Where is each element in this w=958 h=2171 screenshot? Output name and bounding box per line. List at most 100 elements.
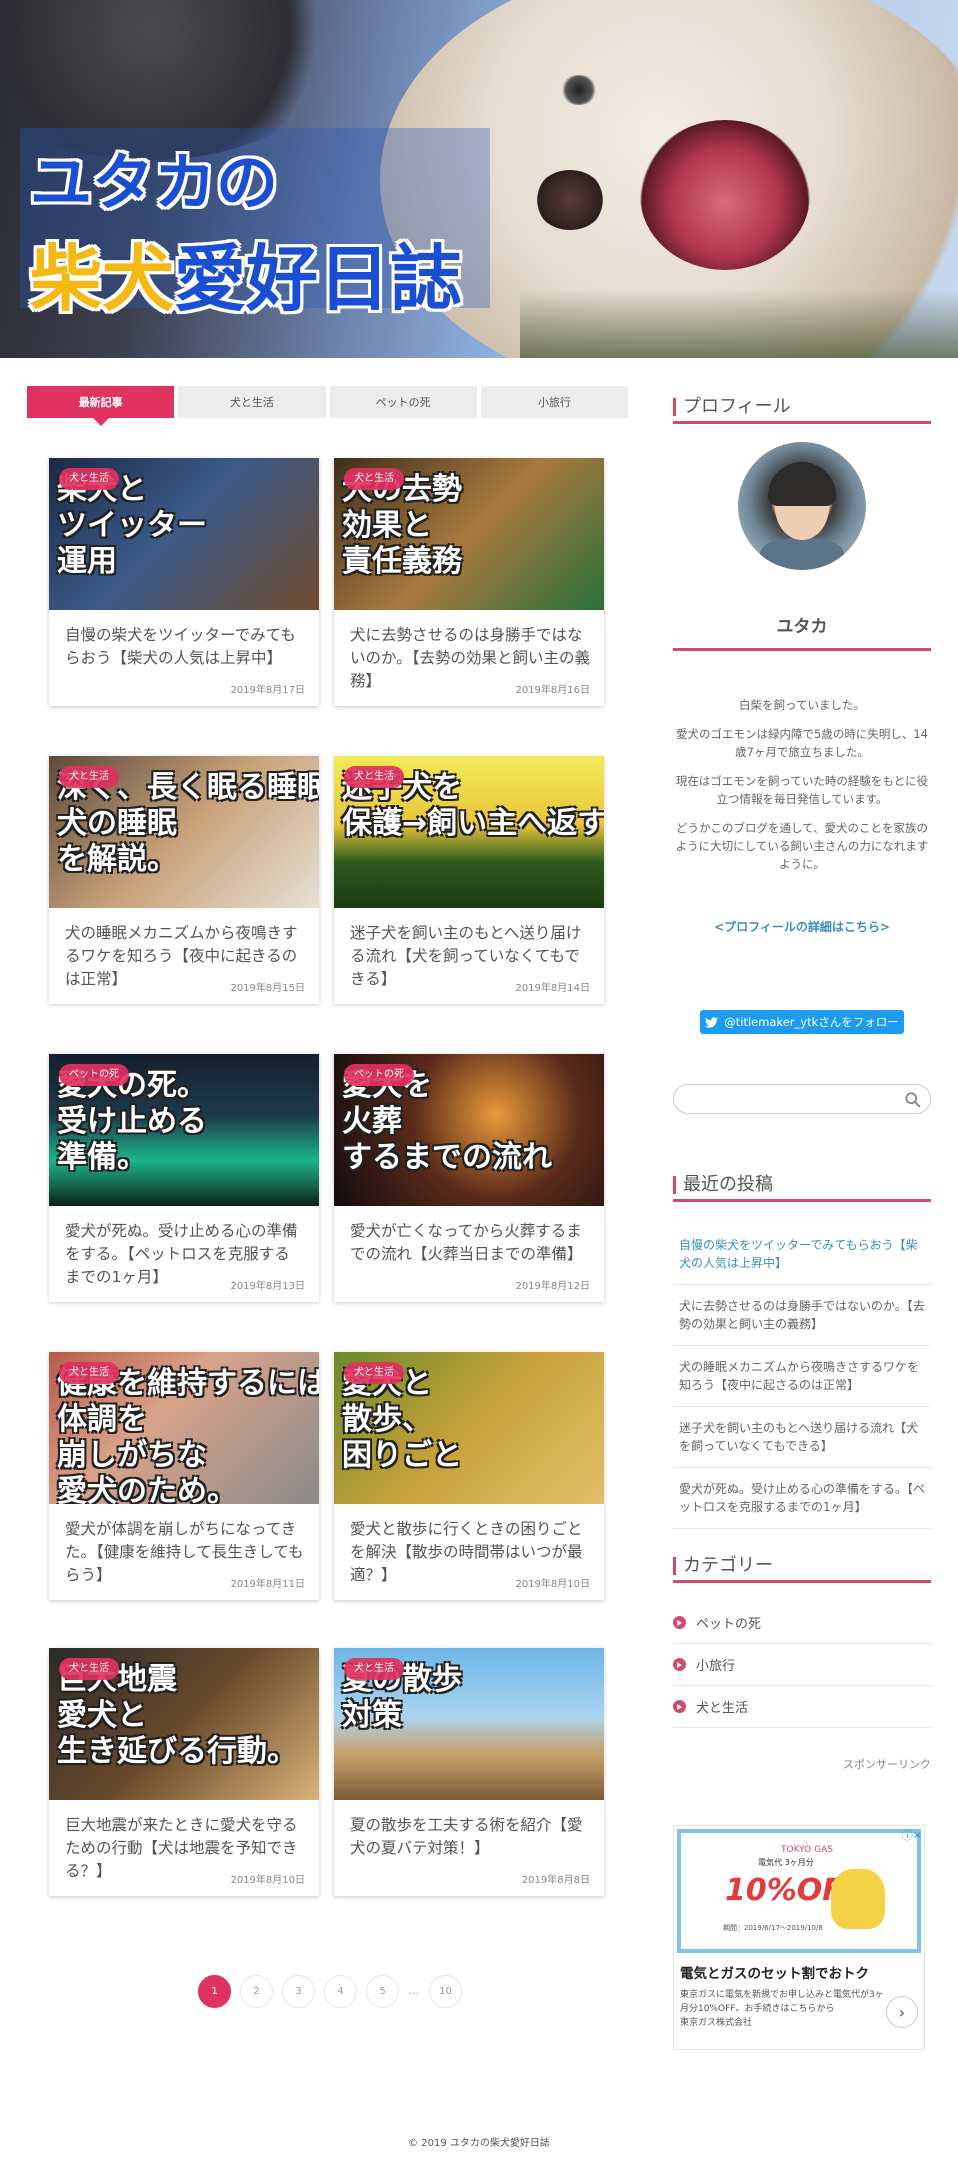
ad-period: 期間：2019/6/17～2019/10/8 (723, 1924, 823, 1932)
twitter-follow-button[interactable]: @titlemaker_ytkさんをフォロー (700, 1010, 904, 1034)
ad-mascot (831, 1869, 885, 1929)
chevron-right-icon (673, 1658, 686, 1671)
recent-posts-list: 自慢の柴犬をツイッターでみてもらおう【柴犬の人気は上昇中】 犬に去勢させるのは身… (673, 1224, 931, 1529)
avatar-hair (768, 462, 836, 506)
category-badge: 犬と生活 (59, 1658, 119, 1680)
header-grass (520, 290, 958, 358)
site-title-line2[interactable]: 柴犬愛好日誌 (30, 220, 462, 325)
ad-close-icon[interactable]: ⓘ✕ (902, 1827, 922, 1843)
avatar-scarf (760, 538, 844, 570)
profile-bio-p4: どうかこのブログを通して、愛犬のことを家族のように大切にしている飼い主さんの力に… (675, 821, 929, 871)
post-card[interactable]: 愛犬と 散歩、 困りごと犬と生活愛犬と散歩に行くときの困りごとを解決【散歩の時間… (334, 1352, 604, 1600)
recent-post-item[interactable]: 犬の睡眠メカニズムから夜鳴きさするワケを知ろう【夜中に起さるのは正常】 (673, 1346, 931, 1407)
post-thumbnail[interactable]: 巨大地震 愛犬と 生き延びる行動。 犬と生活 (49, 1648, 319, 1800)
post-thumbnail[interactable]: 柴犬と ツイッター 運用犬と生活 (49, 458, 319, 610)
post-thumbnail[interactable]: 迷子犬を 保護→飼い主へ返す流れ犬と生活 (334, 756, 604, 908)
recent-post-item[interactable]: 迷子犬を飼い主のもとへ送り届ける流れ【犬を飼っていなくてもできる】 (673, 1407, 931, 1468)
ad-company: 東京ガス株式会社 (680, 2018, 753, 2028)
post-date: 2019年8月8日 (521, 1875, 590, 1886)
profile-bio: 白柴を飼っていました。 愛犬のゴエモンは緑内障で5歳の時に失明し、14歳7ヶ月で… (673, 696, 931, 884)
tab-pet-death[interactable]: ペットの死 (329, 386, 477, 418)
profile-detail-link[interactable]: <プロフィールの詳細はこちら> (673, 918, 931, 935)
search-input[interactable] (684, 1089, 894, 1109)
post-title[interactable]: 夏の散歩を工夫する術を紹介【愛犬の夏バテ対策！】 (350, 1814, 590, 1860)
post-date: 2019年8月15日 (230, 983, 305, 994)
profile-bio-p1: 白柴を飼っていました。 (739, 698, 865, 712)
ad-desc-text: 東京ガスに電気を新規でお申し込みと電気代が3ヶ月分10%OFF。お手続きはこちら… (680, 1990, 884, 2014)
ad-title: 電気とガスのセット割でおトク (680, 1966, 869, 1982)
post-thumbnail[interactable]: 愛犬の死。 受け止める 準備。 ペットの死 (49, 1054, 319, 1206)
post-card[interactable]: 愛犬を 火葬 するまでの流れペットの死愛犬が亡くなってから火葬するまでの流れ【火… (334, 1054, 604, 1302)
tab-dog-life[interactable]: 犬と生活 (178, 386, 326, 418)
site-title-line1[interactable]: ユタカの (30, 132, 278, 222)
post-card[interactable]: 夏の散歩 対策 犬と生活夏の散歩を工夫する術を紹介【愛犬の夏バテ対策！】 2019年… (334, 1648, 604, 1896)
chevron-right-icon[interactable]: › (886, 1996, 918, 2028)
site-title-rest: 愛好日誌 (174, 237, 463, 321)
post-card[interactable]: 犬の去勢 効果と 責任義務 犬と生活 犬に去勢させるのは身勝手ではないのか。【去勢の… (334, 458, 604, 706)
post-card[interactable]: 巨大地震 愛犬と 生き延びる行動。 犬と生活 巨大地震が来たときに愛犬を守るための行… (49, 1648, 319, 1896)
tab-short-trip[interactable]: 小旅行 (480, 386, 628, 418)
header-banner[interactable]: ユタカの 柴犬愛好日誌 (0, 0, 958, 358)
profile-name: ユタカ (776, 617, 828, 637)
dog-mouth (640, 120, 810, 270)
category-list: ペットの死 小旅行 犬と生活 (673, 1602, 931, 1728)
page-ellipsis: … (409, 1986, 419, 1997)
ad-image: TOKYO GAS 電気代 3ヶ月分 10%OFF 期間：2019/6/17～2… (677, 1829, 921, 1953)
page-10[interactable]: 10 (429, 1975, 462, 2008)
category-item-pet-death[interactable]: ペットの死 (673, 1602, 931, 1644)
recent-post-item[interactable]: 犬に去勢させるのは身勝手ではないのか。【去勢の効果と飼い主の義務】 (673, 1285, 931, 1346)
post-thumbnail[interactable]: 犬の去勢 効果と 責任義務 犬と生活 (334, 458, 604, 610)
category-badge: ペットの死 (344, 1064, 414, 1086)
post-title[interactable]: 愛犬が亡くなってから火葬するまでの流れ【火葬当日までの準備】 (350, 1220, 590, 1266)
post-thumbnail[interactable]: 愛犬と 散歩、 困りごと犬と生活 (334, 1352, 604, 1504)
post-date: 2019年8月10日 (230, 1875, 305, 1886)
post-date: 2019年8月11日 (230, 1579, 305, 1590)
recent-posts-heading: 最近の投稿 (673, 1168, 931, 1202)
profile-bio-p2: 愛犬のゴエモンは緑内障で5歳の時に失明し、14歳7ヶ月で旅立ちました。 (676, 727, 928, 759)
post-card[interactable]: 健康を維持するには？ 体調を 崩しがちな 愛犬のため。犬と生活愛犬が体調を崩しが… (49, 1352, 319, 1600)
post-title[interactable]: 自慢の柴犬をツイッターでみてもらおう【柴犬の人気は上昇中】 (65, 624, 305, 670)
page-4[interactable]: 4 (324, 1975, 357, 2008)
footer-copyright: © 2019 ユタカの柴犬愛好日誌 (408, 2138, 550, 2149)
chevron-right-icon (673, 1616, 686, 1629)
page-3[interactable]: 3 (282, 1975, 315, 2008)
category-label: 犬と生活 (696, 1701, 749, 1716)
category-label: ペットの死 (696, 1617, 762, 1632)
post-thumbnail[interactable]: 深く、長く眠る睡眠 犬の睡眠 を解説。 犬と生活 (49, 756, 319, 908)
category-badge: 犬と生活 (344, 1362, 404, 1384)
category-item-dog-life[interactable]: 犬と生活 (673, 1686, 931, 1728)
category-tabs: 最新記事 犬と生活 ペットの死 小旅行 (27, 386, 628, 426)
post-thumbnail[interactable]: 健康を維持するには？ 体調を 崩しがちな 愛犬のため。犬と生活 (49, 1352, 319, 1504)
post-card[interactable]: 柴犬と ツイッター 運用犬と生活自慢の柴犬をツイッターでみてもらおう【柴犬の人気… (49, 458, 319, 706)
page-2[interactable]: 2 (240, 1975, 273, 2008)
post-thumbnail[interactable]: 夏の散歩 対策 犬と生活 (334, 1648, 604, 1800)
category-item-short-trip[interactable]: 小旅行 (673, 1644, 931, 1686)
tab-latest[interactable]: 最新記事 (27, 386, 175, 426)
search-icon[interactable] (904, 1091, 922, 1109)
post-thumbnail-text: 健康を維持するには？ 体調を 崩しがちな 愛犬のため。 (57, 1366, 319, 1504)
twitter-bird-icon (705, 1016, 719, 1028)
category-badge: 犬と生活 (344, 468, 404, 490)
sponsor-label: スポンサーリンク (843, 1758, 931, 1771)
post-card[interactable]: 深く、長く眠る睡眠 犬の睡眠 を解説。 犬と生活 犬の睡眠メカニズムから夜鳴きするワ… (49, 756, 319, 1004)
post-date: 2019年8月10日 (515, 1579, 590, 1590)
profile-heading: プロフィール (673, 390, 931, 424)
category-label: 小旅行 (696, 1659, 736, 1674)
post-card[interactable]: 迷子犬を 保護→飼い主へ返す流れ犬と生活迷子犬を飼い主のもとへ送り届ける流れ【犬… (334, 756, 604, 1004)
profile-bio-p3: 現在はゴエモンを飼っていた時の経験をもとに役立つ情報を毎日発信しています。 (675, 774, 929, 806)
post-card[interactable]: 愛犬の死。 受け止める 準備。 ペットの死 愛犬が死ぬ。受け止める心の準備をする。【… (49, 1054, 319, 1302)
page-5[interactable]: 5 (366, 1975, 399, 2008)
category-badge: 犬と生活 (344, 1658, 404, 1680)
dog-eye (560, 75, 598, 105)
profile-divider (673, 648, 931, 651)
post-date: 2019年8月17日 (230, 685, 305, 696)
ad-banner[interactable]: TOKYO GAS 電気代 3ヶ月分 10%OFF 期間：2019/6/17～2… (673, 1825, 925, 2050)
dog-nose (535, 170, 605, 230)
post-thumbnail[interactable]: 愛犬を 火葬 するまでの流れペットの死 (334, 1054, 604, 1206)
page-1[interactable]: 1 (198, 1975, 231, 2008)
recent-post-item[interactable]: 愛犬が死ぬ。受け止める心の準備をする。【ペットロスを克服するまでの1ヶ月】 (673, 1468, 931, 1529)
category-badge: ペットの死 (59, 1064, 129, 1086)
category-badge: 犬と生活 (59, 468, 119, 490)
avatar (738, 442, 866, 570)
recent-post-item[interactable]: 自慢の柴犬をツイッターでみてもらおう【柴犬の人気は上昇中】 (673, 1224, 931, 1285)
